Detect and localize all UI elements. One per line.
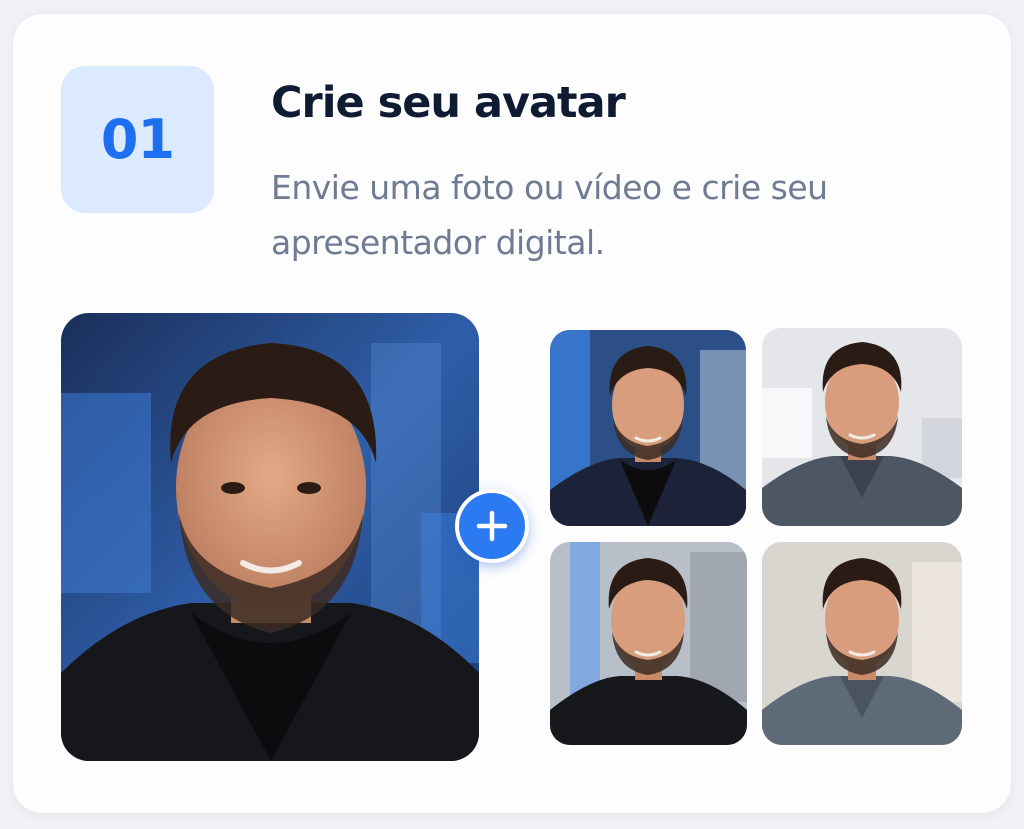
step-number-badge: 01 <box>61 66 214 213</box>
avatar-variant-photo <box>550 542 747 745</box>
avatar-variant-photo <box>762 542 962 745</box>
plus-icon <box>476 510 508 542</box>
avatar-source-photo <box>61 313 479 761</box>
step-number: 01 <box>100 108 175 171</box>
avatar-variant-photo <box>550 330 746 526</box>
step-title: Crie seu avatar <box>271 78 626 128</box>
add-button[interactable] <box>455 489 529 563</box>
step-description: Envie uma foto ou vídeo e crie seu apres… <box>271 168 828 262</box>
avatar-variant-photo <box>762 328 962 526</box>
